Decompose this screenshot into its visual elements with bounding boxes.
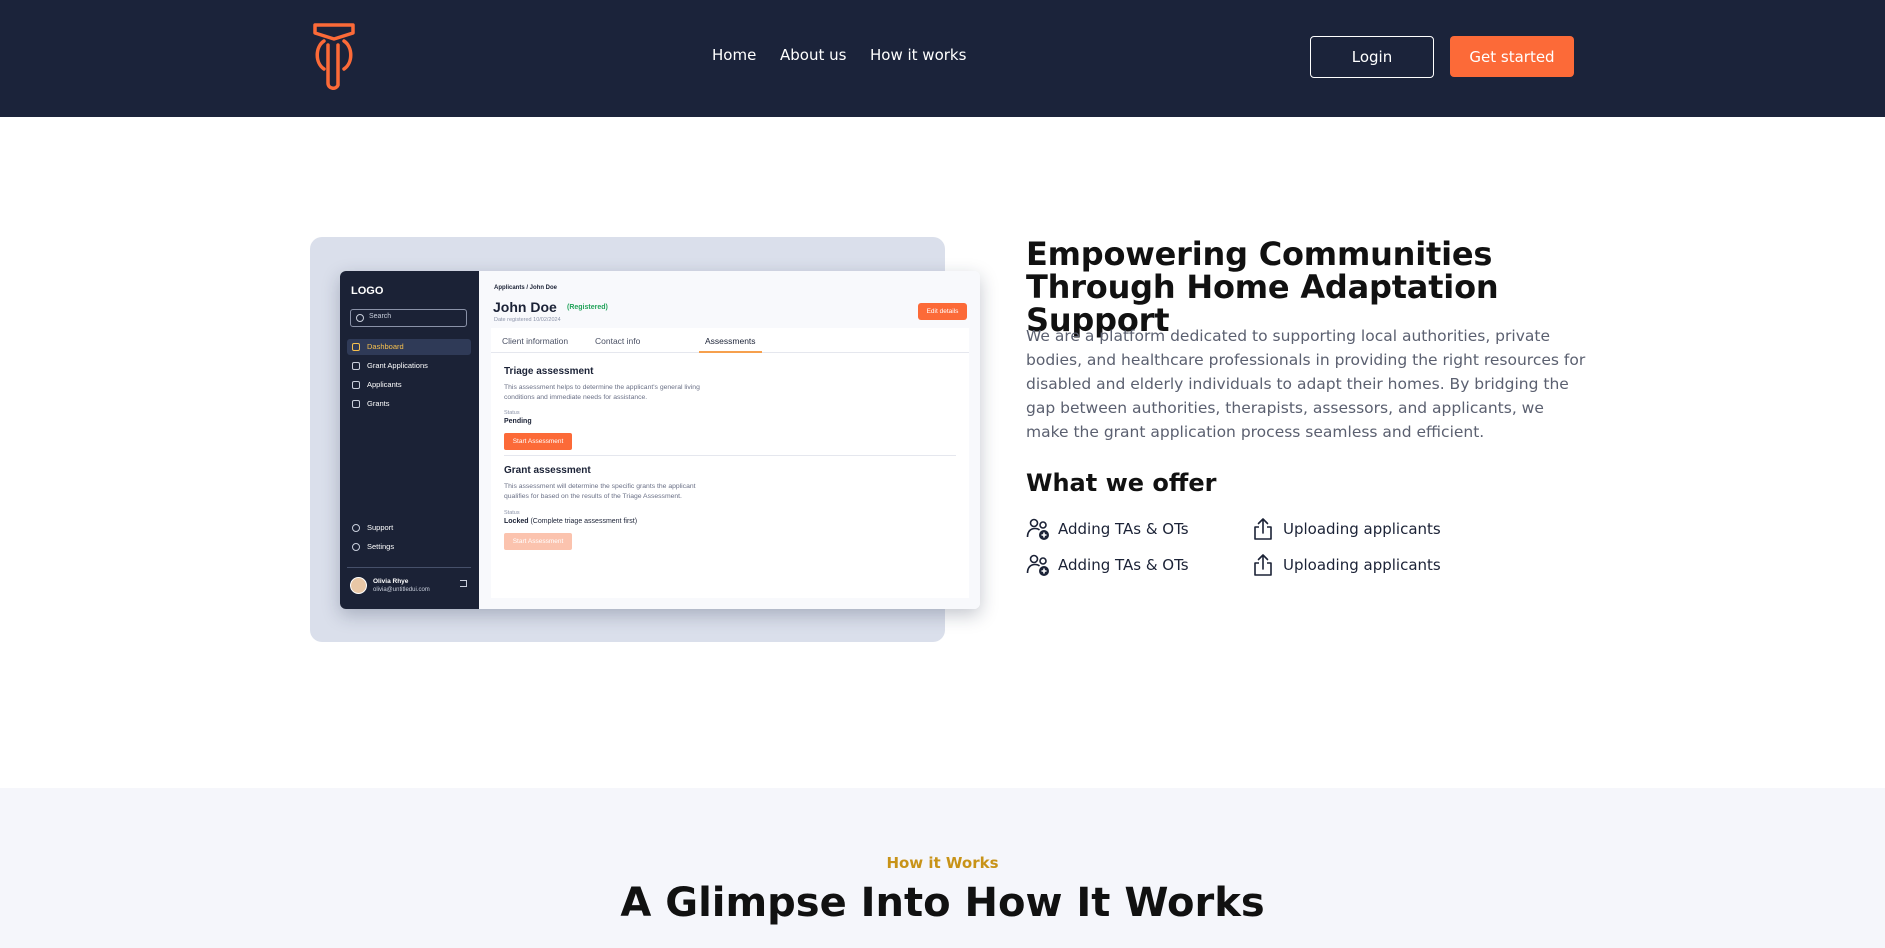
preview-nav-label: Grants — [367, 399, 390, 408]
preview-tab-active-indicator — [699, 351, 762, 353]
preview-nav-label: Settings — [367, 542, 395, 551]
preview-nav-settings: Settings — [347, 539, 471, 555]
how-it-works-title: A Glimpse Into How It Works — [620, 880, 1265, 926]
support-icon — [352, 524, 360, 532]
layers-icon — [352, 362, 360, 370]
preview-nav-support: Support — [347, 520, 471, 536]
preview-grant-title: Grant assessment — [504, 465, 591, 476]
preview-divider — [347, 567, 471, 568]
preview-search-placeholder: Search — [369, 313, 392, 320]
preview-nav-label: Dashboard — [367, 342, 404, 351]
preview-nav-label: Applicants — [367, 380, 402, 389]
offer-item: Uploading applicants — [1251, 553, 1441, 577]
nav-how-it-works-link[interactable]: How it works — [870, 46, 966, 64]
app-preview-screenshot: LOGO Search Dashboard Grant Applications… — [340, 271, 980, 609]
main-nav: Home About us How it works — [0, 46, 1885, 68]
offer-label: Uploading applicants — [1283, 556, 1441, 574]
preview-user-email: olivia@untitledui.com — [373, 587, 430, 593]
offer-label: Adding TAs & OTs — [1058, 520, 1189, 538]
preview-grant-status: Locked (Complete triage assessment first… — [504, 518, 637, 525]
offer-label: Adding TAs & OTs — [1058, 556, 1189, 574]
preview-user-name: Olivia Rhye — [373, 578, 409, 585]
nav-about-link[interactable]: About us — [780, 46, 846, 64]
preview-main: Applicants / John Doe John Doe (Register… — [479, 271, 980, 609]
preview-sidebar: LOGO Search Dashboard Grant Applications… — [340, 271, 479, 609]
preview-client-name: John Doe — [493, 299, 557, 315]
preview-logo: LOGO — [351, 285, 384, 297]
nav-home-link[interactable]: Home — [712, 46, 756, 64]
chart-icon — [352, 343, 360, 351]
preview-date-registered: Date registered 10/02/2024 — [494, 317, 561, 323]
offer-item: Adding TAs & OTs — [1026, 517, 1189, 541]
preview-nav-applicants: Applicants — [347, 377, 471, 393]
preview-nav-grant-applications: Grant Applications — [347, 358, 471, 374]
offer-label: Uploading applicants — [1283, 520, 1441, 538]
preview-triage-start-button: Start Assessment — [504, 433, 572, 450]
preview-grant-status-value: Locked — [504, 518, 529, 525]
preview-tab-contact-info: Contact info — [595, 336, 641, 346]
upload-icon — [1254, 554, 1272, 576]
preview-tab-assessments: Assessments — [705, 336, 756, 346]
preview-triage-status: Pending — [504, 418, 532, 425]
preview-nav-label: Support — [367, 523, 394, 532]
offer-item: Uploading applicants — [1251, 517, 1441, 541]
logout-icon — [460, 580, 467, 587]
preview-triage-title: Triage assessment — [504, 366, 594, 377]
hero-title: Empowering Communities Through Home Adap… — [1026, 235, 1499, 339]
preview-edit-button: Edit details — [918, 303, 967, 320]
preview-nav-label: Grant Applications — [367, 361, 428, 370]
add-users-icon — [1026, 518, 1049, 540]
login-button[interactable]: Login — [1310, 36, 1434, 78]
add-users-icon — [1026, 554, 1049, 576]
preview-assessment-card: Client information Contact info Assessme… — [491, 328, 969, 598]
preview-triage-status-label: Status — [504, 410, 520, 416]
how-it-works-kicker: How it Works — [886, 854, 999, 872]
preview-grant-status-note: (Complete triage assessment first) — [530, 518, 638, 525]
gear-icon — [352, 543, 360, 551]
layers-icon — [352, 381, 360, 389]
offer-title: What we offer — [1026, 469, 1217, 497]
preview-status-badge: (Registered) — [567, 304, 608, 311]
hero-description: We are a platform dedicated to supportin… — [1026, 327, 1586, 441]
search-icon — [356, 314, 364, 322]
offer-item: Adding TAs & OTs — [1026, 553, 1189, 577]
preview-nav-grants: Grants — [347, 396, 471, 412]
preview-triage-desc: This assessment helps to determine the a… — [504, 384, 700, 401]
get-started-button[interactable]: Get started — [1450, 36, 1574, 77]
preview-nav-dashboard: Dashboard — [347, 339, 471, 355]
preview-grant-status-label: Status — [504, 510, 520, 516]
preview-breadcrumb: Applicants / John Doe — [494, 285, 558, 291]
preview-grant-start-button: Start Assessment — [504, 533, 572, 550]
preview-tab-client-info: Client information — [502, 336, 569, 346]
users-icon — [352, 400, 360, 408]
upload-icon — [1254, 518, 1272, 540]
preview-section-divider — [504, 455, 956, 456]
top-navbar: Home About us How it works Login Get sta… — [0, 0, 1885, 117]
preview-grant-desc: This assessment will determine the speci… — [504, 483, 696, 500]
preview-search-input: Search — [350, 309, 467, 327]
avatar — [350, 577, 367, 594]
